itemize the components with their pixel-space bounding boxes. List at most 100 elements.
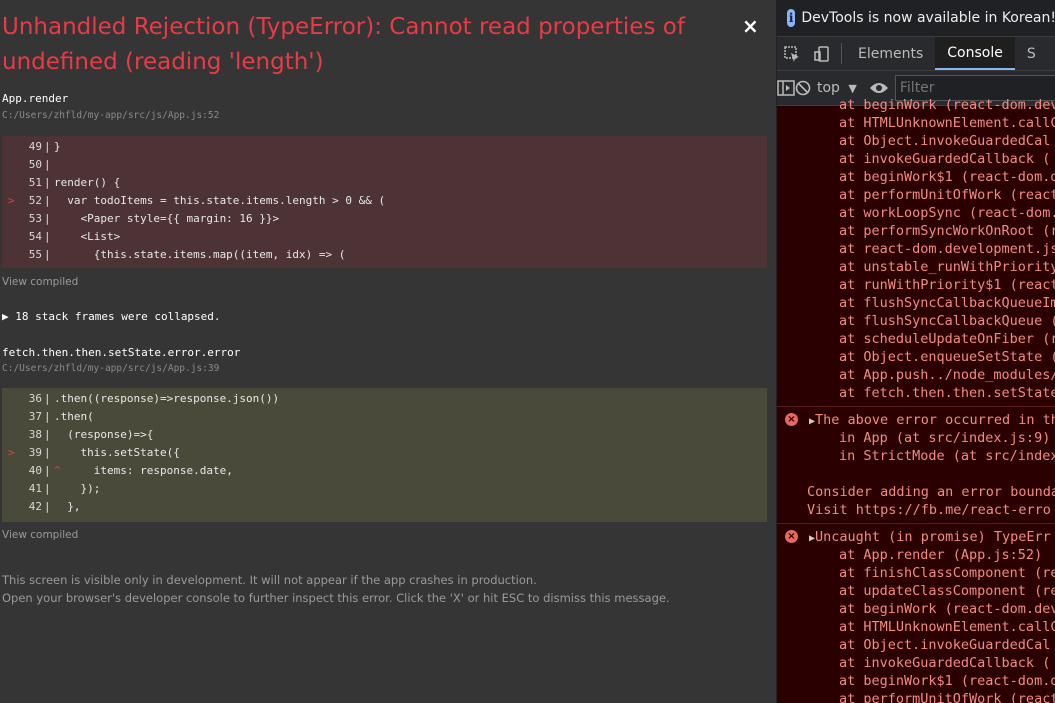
stack-frame[interactable]: at beginWork$1 (react-dom.d <box>777 672 1055 690</box>
frame-file-path[interactable]: C:/Users/zhfld/my-app/src/js/App.js:39 <box>2 363 219 374</box>
line-separator: | <box>44 194 51 207</box>
console-output: at beginWork (react-dom.dev at HTMLUnknow… <box>777 97 1055 703</box>
line-number: 42 <box>28 500 42 513</box>
console-error-entry: at beginWork (react-dom.dev at HTMLUnknow… <box>777 96 1055 406</box>
line-separator: | <box>44 140 51 153</box>
stack-frame[interactable]: at HTMLUnknownElement.callC <box>777 114 1055 132</box>
code-text: }, <box>54 500 81 513</box>
sidebar-toggle-icon[interactable] <box>777 80 795 96</box>
error-hint-line[interactable]: Visit https://fb.me/react-erro <box>777 501 1055 519</box>
line-separator: | <box>44 248 51 261</box>
code-line: 54 | <List> <box>2 228 767 246</box>
stack-frame[interactable]: at performUnitOfWork (react <box>777 186 1055 204</box>
line-separator: | <box>44 428 51 441</box>
console-error-entry: × ▶Uncaught (in promise) TypeErr at App.re… <box>777 523 1055 703</box>
caret-marker: ^ <box>54 464 61 477</box>
stack-frame[interactable]: at unstable_runWithPriority <box>777 258 1055 276</box>
stack-frame[interactable]: at invokeGuardedCallback ( <box>777 654 1055 672</box>
code-line: 50 | <box>2 156 767 174</box>
code-line: 42 | }, <box>2 498 767 516</box>
clear-console-icon[interactable] <box>795 80 811 96</box>
code-text: render() { <box>54 176 121 189</box>
devtools-tabbar: Elements Console S <box>777 36 1055 71</box>
stack-frame[interactable]: at App.render (App.js:52) <box>777 546 1055 564</box>
inspect-element-icon[interactable] <box>777 37 807 70</box>
stack-frame[interactable]: at Object.enqueueSetState ( <box>777 348 1055 366</box>
code-text: .then( <box>54 410 94 423</box>
stack-frame[interactable]: at fetch.then.then.setState <box>777 384 1055 402</box>
line-separator: | <box>44 230 51 243</box>
code-text: var todoItems = this.state.items.length … <box>54 194 386 207</box>
error-summary[interactable]: ▶Uncaught (in promise) TypeErr <box>777 528 1055 546</box>
stack-frame[interactable]: at scheduleUpdateOnFiber (r <box>777 330 1055 348</box>
line-separator: | <box>44 212 51 225</box>
dev-notice: This screen is visible only in developme… <box>2 571 670 607</box>
line-number: 50 <box>28 158 42 171</box>
tabbar-divider <box>841 43 842 64</box>
stack-frame[interactable]: at beginWork (react-dom.dev <box>777 600 1055 618</box>
line-separator: | <box>44 482 51 495</box>
error-summary-text: Uncaught (in promise) TypeErr <box>815 529 1051 545</box>
code-line: 55 | {this.state.items.map((item, idx) =>… <box>2 246 767 264</box>
view-compiled-link[interactable]: View compiled <box>2 529 78 541</box>
close-icon[interactable]: × <box>742 14 759 38</box>
stack-frame[interactable]: at Object.invokeGuardedCal <box>777 132 1055 150</box>
code-text: ^ items: response.date, <box>54 464 233 477</box>
stack-frame[interactable]: at performUnitOfWork (react <box>777 690 1055 703</box>
frame-function-name: fetch.then.then.setState.error.error <box>2 346 241 359</box>
stack-frame[interactable]: at Object.invokeGuardedCal <box>777 636 1055 654</box>
error-summary[interactable]: ▶The above error occurred in the <box>777 411 1055 429</box>
code-line: 37 | .then( <box>2 408 767 426</box>
stack-frame[interactable]: at flushSyncCallbackQueueIm <box>777 294 1055 312</box>
line-number: 51 <box>28 176 42 189</box>
stack-frame[interactable]: at App.push../node_modules/ <box>777 366 1055 384</box>
code-line: 40 | ^ items: response.date, <box>2 462 767 480</box>
line-number: 41 <box>28 482 42 495</box>
code-line: 53 | <Paper style={{ margin: 16 }}> <box>2 210 767 228</box>
stack-frame[interactable]: at react-dom.development.js <box>777 240 1055 258</box>
devtools-panel: i DevTools is now available in Korean! E… <box>776 0 1055 703</box>
code-text: } <box>54 140 61 153</box>
code-text: this.setState({ <box>54 446 180 459</box>
frame-file-path[interactable]: C:/Users/zhfld/my-app/src/js/App.js:52 <box>2 110 219 121</box>
error-title: Unhandled Rejection (TypeError): Cannot … <box>2 14 685 75</box>
code-text: (response)=>{ <box>54 428 154 441</box>
code-text: }); <box>54 482 101 495</box>
error-overlay: Unhandled Rejection (TypeError): Cannot … <box>0 0 776 703</box>
line-number: 54 <box>28 230 42 243</box>
tab-elements[interactable]: Elements <box>846 37 935 70</box>
eye-icon[interactable] <box>869 81 889 95</box>
stack-frame[interactable]: at beginWork (react-dom.dev <box>777 96 1055 114</box>
chevron-down-icon: ▼ <box>848 82 857 95</box>
stack-frame[interactable]: at flushSyncCallbackQueue ( <box>777 312 1055 330</box>
line-separator: | <box>44 410 51 423</box>
line-separator: | <box>44 446 51 459</box>
component-stack-line: in StrictMode (at src/index <box>839 448 1055 464</box>
info-message: DevTools is now available in Korean! <box>801 10 1055 26</box>
collapsed-frames-toggle[interactable]: ▶ 18 stack frames were collapsed. <box>2 310 221 323</box>
info-icon: i <box>787 9 796 27</box>
error-icon: × <box>785 530 798 543</box>
tab-console[interactable]: Console <box>935 37 1015 70</box>
stack-frame[interactable]: at workLoopSync (react-dom. <box>777 204 1055 222</box>
stack-frame[interactable]: at HTMLUnknownElement.callC <box>777 618 1055 636</box>
line-number: 36 <box>28 392 42 405</box>
stack-frame[interactable]: at beginWork$1 (react-dom.d <box>777 168 1055 186</box>
stack-frame[interactable]: at invokeGuardedCallback ( <box>777 150 1055 168</box>
line-number: 52 <box>28 194 42 207</box>
tab-sources[interactable]: S <box>1015 37 1048 70</box>
stack-frame[interactable]: at finishClassComponent (re <box>777 564 1055 582</box>
context-selector[interactable]: top ▼ <box>817 80 857 96</box>
component-stack-line: in App (at src/index.js:9) <box>839 430 1051 446</box>
line-separator: | <box>44 158 51 171</box>
stack-frame[interactable]: at runWithPriority$1 (react <box>777 276 1055 294</box>
code-line: 36 | .then((response)=>response.json()) <box>2 390 767 408</box>
error-hint-line: Consider adding an error bounda <box>807 484 1055 500</box>
stack-frame[interactable]: at updateClassComponent (re <box>777 582 1055 600</box>
view-compiled-link[interactable]: View compiled <box>2 276 78 288</box>
collapsed-frames-label: 18 stack frames were collapsed. <box>15 310 221 323</box>
stack-frame[interactable]: at performSyncWorkOnRoot (r <box>777 222 1055 240</box>
line-separator: | <box>44 176 51 189</box>
device-toolbar-icon[interactable] <box>807 37 837 70</box>
